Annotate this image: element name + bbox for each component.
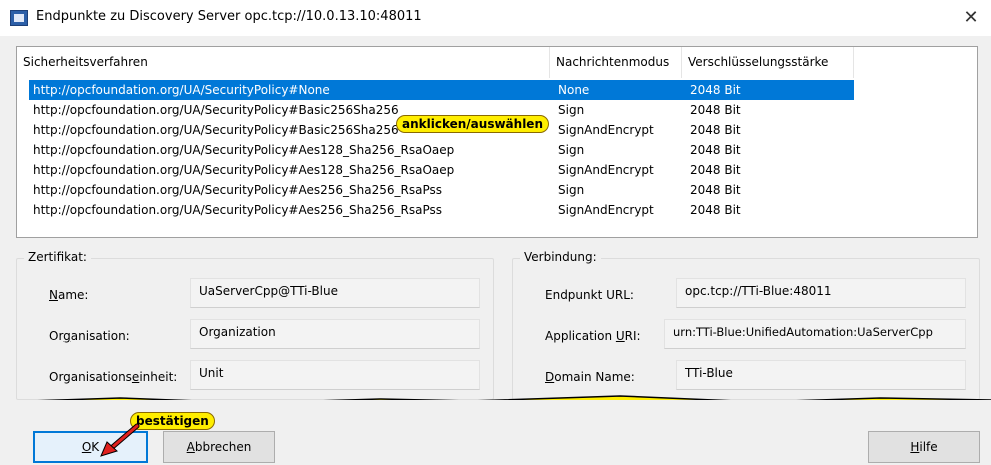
table-row[interactable]: http://opcfoundation.org/UA/SecurityPoli… [29, 160, 854, 180]
domain-name-label: Domain Name: [545, 370, 635, 384]
security-policy-cell: http://opcfoundation.org/UA/SecurityPoli… [33, 103, 399, 117]
message-mode-cell: Sign [558, 103, 585, 117]
column-header-security-policy[interactable]: Sicherheitsverfahren [17, 47, 550, 78]
security-policy-cell: http://opcfoundation.org/UA/SecurityPoli… [33, 203, 442, 217]
encryption-strength-cell: 2048 Bit [690, 83, 741, 97]
encryption-strength-cell: 2048 Bit [690, 203, 741, 217]
message-mode-cell: Sign [558, 143, 585, 157]
cert-unit-label: Organisationseinheit: [49, 370, 178, 384]
certificate-group-label: Zertifikat: [24, 250, 91, 264]
message-mode-cell: SignAndEncrypt [558, 203, 654, 217]
arrow-icon [100, 423, 140, 457]
endpoint-url-field[interactable]: opc.tcp://TTi-Blue:48011 [676, 278, 966, 308]
cert-name-label: Name: [49, 288, 89, 302]
security-policy-cell: http://opcfoundation.org/UA/SecurityPoli… [33, 143, 455, 157]
cancel-button[interactable]: Abbrechen [163, 431, 275, 463]
message-mode-cell: SignAndEncrypt [558, 123, 654, 137]
application-uri-label: Application URI: [545, 329, 641, 343]
message-mode-cell: SignAndEncrypt [558, 163, 654, 177]
close-icon[interactable]: ✕ [959, 6, 983, 30]
column-header-message-mode[interactable]: Nachrichtenmodus [550, 47, 682, 78]
encryption-strength-cell: 2048 Bit [690, 103, 741, 117]
encryption-strength-cell: 2048 Bit [690, 123, 741, 137]
message-mode-cell: None [558, 83, 590, 97]
title-bar: Endpunkte zu Discovery Server opc.tcp://… [0, 0, 991, 36]
message-mode-cell: Sign [558, 183, 585, 197]
cert-organization-field[interactable]: Organization [190, 319, 480, 349]
table-row[interactable]: http://opcfoundation.org/UA/SecurityPoli… [29, 140, 854, 160]
table-row[interactable]: http://opcfoundation.org/UA/SecurityPoli… [29, 80, 854, 100]
list-header: Sicherheitsverfahren Nachrichtenmodus Ve… [17, 47, 977, 78]
domain-name-field[interactable]: TTi-Blue [676, 360, 966, 390]
cert-unit-field[interactable]: Unit [190, 360, 480, 390]
security-policy-cell: http://opcfoundation.org/UA/SecurityPoli… [33, 183, 442, 197]
cert-name-field[interactable]: UaServerCpp@TTi-Blue [190, 278, 480, 308]
encryption-strength-cell: 2048 Bit [690, 163, 741, 177]
table-row[interactable]: http://opcfoundation.org/UA/SecurityPoli… [29, 180, 854, 200]
column-header-encryption-strength[interactable]: Verschlüsselungsstärke [682, 47, 854, 78]
select-hint-callout: anklicken/auswählen [396, 115, 549, 133]
cert-organization-label: Organisation: [49, 329, 130, 343]
security-policy-cell: http://opcfoundation.org/UA/SecurityPoli… [33, 163, 455, 177]
encryption-strength-cell: 2048 Bit [690, 183, 741, 197]
app-window-icon [10, 10, 28, 26]
window-title: Endpunkte zu Discovery Server opc.tcp://… [36, 9, 422, 24]
encryption-strength-cell: 2048 Bit [690, 143, 741, 157]
security-policy-cell: http://opcfoundation.org/UA/SecurityPoli… [33, 123, 399, 137]
table-row[interactable]: http://opcfoundation.org/UA/SecurityPoli… [29, 200, 854, 220]
endpoints-list[interactable]: Sicherheitsverfahren Nachrichtenmodus Ve… [16, 46, 978, 238]
security-policy-cell: http://opcfoundation.org/UA/SecurityPoli… [33, 83, 330, 97]
connection-group-label: Verbindung: [520, 250, 601, 264]
help-button[interactable]: Hilfe [868, 431, 980, 463]
application-uri-field[interactable]: urn:TTi-Blue:UnifiedAutomation:UaServerC… [664, 319, 966, 349]
endpoint-url-label: Endpunkt URL: [545, 288, 634, 302]
